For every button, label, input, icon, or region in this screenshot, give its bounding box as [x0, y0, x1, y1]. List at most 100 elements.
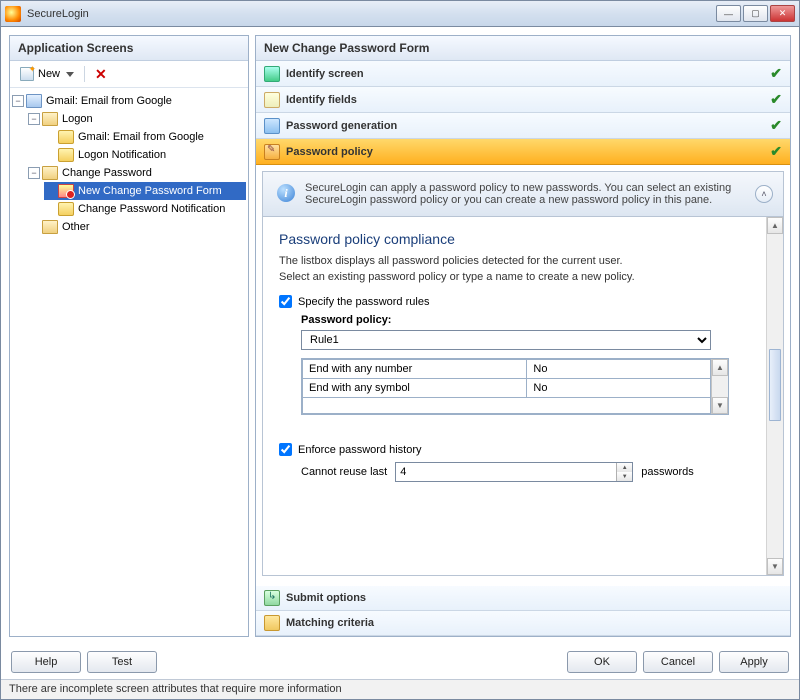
close-button[interactable]: ✕ [770, 5, 795, 22]
step-label: Identify fields [286, 94, 770, 106]
step-label: Submit options [286, 592, 782, 604]
compliance-desc2: Select an existing password policy or ty… [279, 271, 750, 283]
rules-table: End with any number No End with any symb… [302, 359, 711, 414]
tree-item-gmail-root[interactable]: − Gmail: Email from Google [12, 92, 246, 110]
collapse-button[interactable]: ˄ [755, 185, 773, 203]
leaf-spacer [44, 203, 56, 215]
new-icon [20, 67, 34, 81]
tree-label: Logon Notification [78, 149, 166, 161]
check-icon: ✔ [770, 65, 782, 82]
policy-label: Password policy: [301, 314, 750, 326]
scroll-up-button[interactable]: ▲ [767, 217, 783, 234]
tree-item-other[interactable]: Other [28, 218, 246, 236]
form-incomplete-icon [58, 184, 74, 198]
tree-item-change-pw-notif[interactable]: Change Password Notification [44, 200, 246, 218]
rules-listbox[interactable]: End with any number No End with any symb… [301, 358, 729, 415]
status-bar: There are incomplete screen attributes t… [1, 679, 799, 699]
table-row[interactable]: End with any number No [303, 360, 711, 379]
rules-scrollbar[interactable]: ▲ ▼ [711, 359, 728, 414]
right-panel: New Change Password Form Identify screen… [255, 35, 791, 637]
enforce-history-checkbox-row[interactable]: Enforce password history [279, 443, 750, 456]
ok-button[interactable]: OK [567, 651, 637, 673]
password-policy-content: i SecureLogin can apply a password polic… [256, 165, 790, 582]
tree-label: Other [62, 221, 90, 233]
step-label: Password generation [286, 120, 770, 132]
expand-icon[interactable]: − [28, 113, 40, 125]
main-split: Application Screens New ✕ − [1, 27, 799, 645]
tree-item-change-pw[interactable]: − Change Password [28, 164, 246, 182]
status-text: There are incomplete screen attributes t… [9, 683, 342, 695]
apply-button[interactable]: Apply [719, 651, 789, 673]
history-input[interactable] [396, 463, 616, 481]
main-scrollbar[interactable]: ▲ ▼ [766, 217, 783, 575]
step-label: Identify screen [286, 68, 770, 80]
app-window: SecureLogin — ▢ ✕ Application Screens Ne… [0, 0, 800, 700]
left-toolbar: New ✕ [10, 61, 248, 88]
step-password-generation[interactable]: Password generation ✔ [256, 113, 790, 139]
step-matching-criteria[interactable]: Matching criteria [256, 611, 790, 636]
spin-down-button[interactable]: ▼ [617, 472, 632, 481]
folder-icon [42, 112, 58, 126]
leaf-spacer [44, 149, 56, 161]
info-icon: i [277, 184, 295, 202]
history-pre-label: Cannot reuse last [301, 466, 387, 478]
enforce-history-checkbox[interactable] [279, 443, 292, 456]
toolbar-separator [84, 66, 85, 82]
spin-up-button[interactable]: ▲ [617, 463, 632, 472]
chevron-down-icon [66, 72, 74, 77]
step-password-policy[interactable]: Password policy ✔ [256, 139, 790, 165]
step-label: Matching criteria [286, 617, 782, 629]
tree-label: Gmail: Email from Google [78, 131, 204, 143]
password-generation-icon [264, 118, 280, 134]
enforce-history-label: Enforce password history [298, 444, 422, 456]
test-button[interactable]: Test [87, 651, 157, 673]
identify-screen-icon [264, 66, 280, 82]
tree-item-logon-form[interactable]: Gmail: Email from Google [44, 128, 246, 146]
policy-scroll-content: Password policy compliance The listbox d… [263, 217, 766, 575]
tree-item-new-change-pw-form[interactable]: New Change Password Form [44, 182, 246, 200]
specify-rules-checkbox[interactable] [279, 295, 292, 308]
step-submit-options[interactable]: Submit options [256, 586, 790, 611]
check-icon: ✔ [770, 117, 782, 134]
scroll-down-button[interactable]: ▼ [712, 397, 728, 414]
window-title: SecureLogin [27, 8, 714, 20]
spinner-buttons[interactable]: ▲ ▼ [616, 463, 632, 481]
expand-icon[interactable]: − [28, 167, 40, 179]
info-banner: i SecureLogin can apply a password polic… [262, 171, 784, 217]
table-row[interactable]: End with any symbol No [303, 379, 711, 398]
right-body: Identify screen ✔ Identify fields ✔ Pass… [256, 61, 790, 636]
tree-label: New Change Password Form [78, 185, 222, 197]
left-panel-title: Application Screens [10, 36, 248, 61]
folder-icon [42, 220, 58, 234]
policy-scroll-area: Password policy compliance The listbox d… [262, 217, 784, 576]
delete-button[interactable]: ✕ [91, 65, 111, 83]
history-spinner[interactable]: ▲ ▼ [395, 462, 633, 482]
scroll-down-button[interactable]: ▼ [767, 558, 783, 575]
left-panel: Application Screens New ✕ − [9, 35, 249, 637]
new-button[interactable]: New [16, 65, 78, 83]
history-post-label: passwords [641, 466, 694, 478]
application-tree[interactable]: − Gmail: Email from Google − Logon [10, 88, 248, 636]
delete-icon: ✕ [95, 67, 107, 81]
rule-value: No [527, 379, 711, 398]
minimize-button[interactable]: — [716, 5, 741, 22]
scroll-thumb[interactable] [769, 349, 781, 420]
screen-icon [58, 148, 74, 162]
expand-icon[interactable]: − [12, 95, 24, 107]
tree-item-logon[interactable]: − Logon [28, 110, 246, 128]
rule-name: End with any symbol [303, 379, 527, 398]
tree-item-logon-notif[interactable]: Logon Notification [44, 146, 246, 164]
specify-rules-checkbox-row[interactable]: Specify the password rules [279, 295, 750, 308]
tree-label: Change Password Notification [78, 203, 225, 215]
step-identify-screen[interactable]: Identify screen ✔ [256, 61, 790, 87]
scroll-up-button[interactable]: ▲ [712, 359, 728, 376]
app-icon [5, 6, 21, 22]
policy-select[interactable]: Rule1 [301, 330, 711, 350]
maximize-button[interactable]: ▢ [743, 5, 768, 22]
step-identify-fields[interactable]: Identify fields ✔ [256, 87, 790, 113]
folder-icon [42, 166, 58, 180]
app-screen-icon [26, 94, 42, 108]
tree-label: Gmail: Email from Google [46, 95, 172, 107]
help-button[interactable]: Help [11, 651, 81, 673]
cancel-button[interactable]: Cancel [643, 651, 713, 673]
